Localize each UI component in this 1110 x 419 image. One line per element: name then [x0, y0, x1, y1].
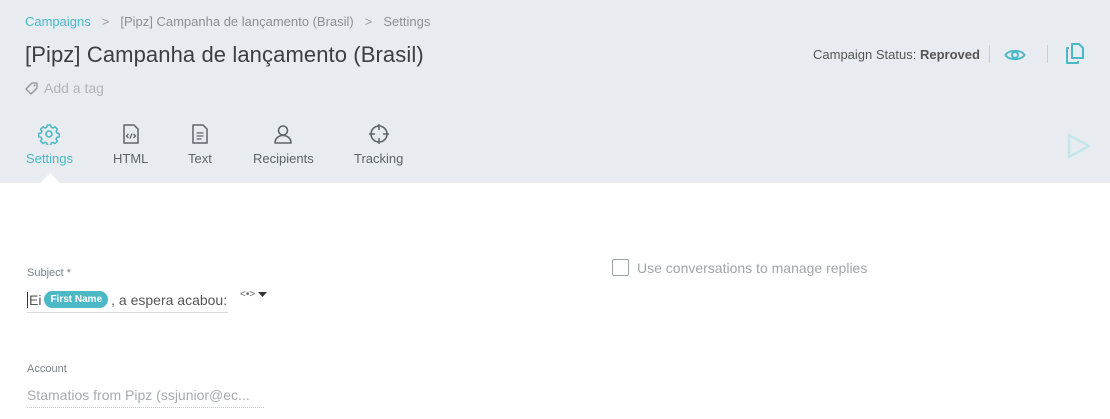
html-file-icon: [122, 124, 139, 144]
gear-icon: [38, 124, 61, 145]
divider: [989, 45, 990, 63]
first-name-merge-tag[interactable]: First Name: [44, 291, 109, 308]
copy-icon[interactable]: [1065, 43, 1085, 65]
tab-settings[interactable]: Settings: [26, 123, 73, 166]
account-select[interactable]: Stamatios from Pipz (ssjunior@ec...: [27, 383, 264, 408]
subject-label: Subject *: [27, 267, 72, 279]
use-conversations-toggle[interactable]: Use conversations to manage replies: [612, 259, 867, 276]
add-tag-button[interactable]: Add a tag: [25, 80, 104, 96]
insert-merge-field-button[interactable]: <•>: [240, 289, 268, 300]
tab-text-label: Text: [188, 151, 212, 166]
breadcrumb-separator-icon: >: [101, 14, 110, 29]
caret-down-icon: [258, 291, 268, 297]
subject-input[interactable]: Ei First Name , a espera acabou:: [27, 287, 228, 313]
use-conversations-checkbox[interactable]: [612, 259, 629, 276]
account-label: Account: [27, 363, 67, 375]
breadcrumb-current-page: Settings: [383, 14, 431, 29]
subject-prefix: Ei: [29, 291, 42, 308]
tab-tracking-label: Tracking: [354, 151, 404, 166]
add-tag-label: Add a tag: [44, 80, 104, 96]
campaign-status-label: Campaign Status:: [813, 47, 917, 62]
breadcrumb-separator-icon: >: [364, 14, 373, 29]
send-play-icon[interactable]: [1066, 132, 1092, 160]
code-icon: <•>: [240, 289, 256, 300]
page-title: [Pipz] Campanha de lançamento (Brasil): [25, 42, 424, 67]
breadcrumb: Campaigns > [Pipz] Campanha de lançament…: [25, 14, 430, 29]
tab-tracking[interactable]: Tracking: [354, 123, 403, 166]
account-value: Stamatios from Pipz (ssjunior@ec...: [27, 387, 250, 403]
tab-html[interactable]: HTML: [113, 123, 148, 166]
text-file-icon: [192, 124, 208, 144]
eye-icon[interactable]: [1004, 44, 1026, 66]
tab-settings-label: Settings: [26, 151, 73, 166]
user-icon: [274, 125, 293, 144]
breadcrumb-campaign-name[interactable]: [Pipz] Campanha de lançamento (Brasil): [120, 14, 353, 29]
active-tab-indicator: [40, 173, 60, 183]
campaign-status: Campaign Status: Reproved: [813, 47, 980, 62]
tab-html-label: HTML: [113, 151, 149, 166]
subject-suffix: , a espera acabou:: [111, 291, 228, 308]
divider: [1047, 45, 1048, 63]
use-conversations-label: Use conversations to manage replies: [637, 259, 868, 276]
status-badge: Reproved: [919, 47, 980, 62]
tag-icon: [25, 81, 38, 95]
campaign-tabs: Settings HTML Text Recipients Tracking: [0, 123, 700, 183]
breadcrumb-campaigns-link[interactable]: Campaigns: [25, 14, 91, 29]
tab-text[interactable]: Text: [188, 123, 212, 166]
crosshair-icon: [368, 124, 389, 144]
tab-recipients[interactable]: Recipients: [253, 123, 314, 166]
campaign-header: Campaigns > [Pipz] Campanha de lançament…: [0, 0, 1110, 183]
text-cursor: [27, 291, 28, 308]
tab-recipients-label: Recipients: [253, 151, 314, 166]
